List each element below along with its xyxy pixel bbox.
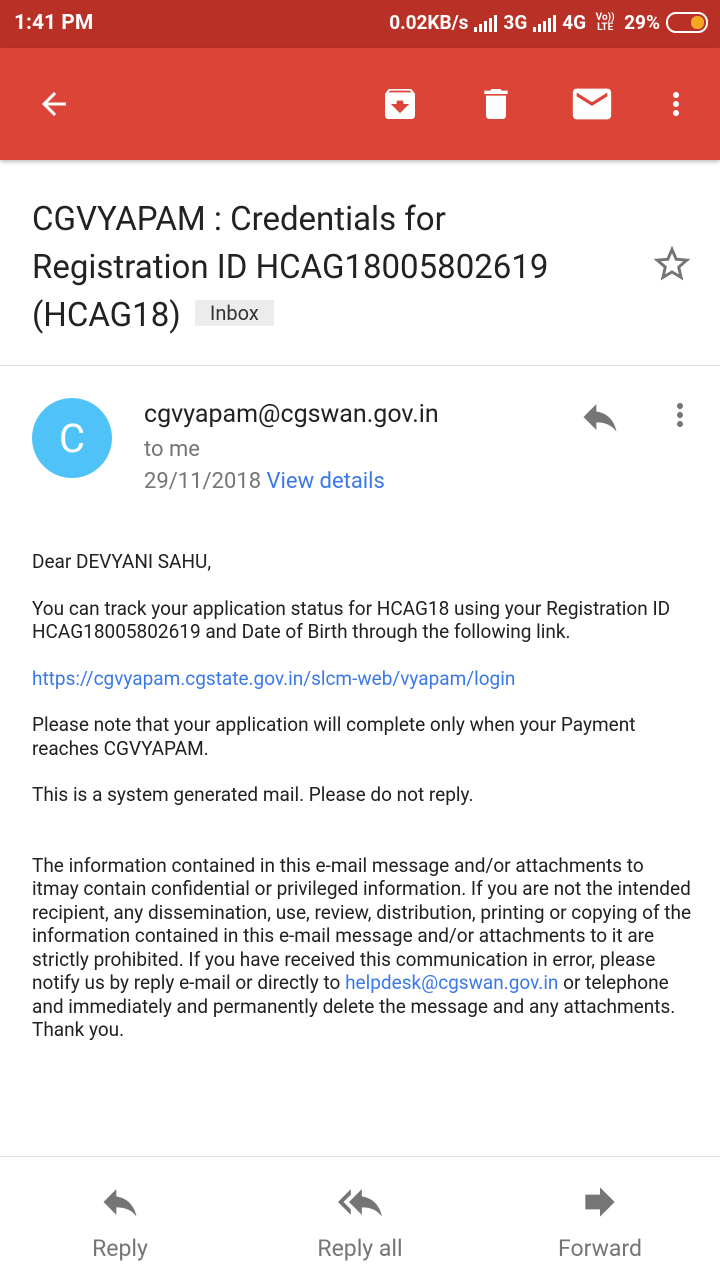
- reply-all-label: Reply all: [317, 1235, 403, 1262]
- subject-area: CGVYAPAM : Credentials for Registration …: [0, 160, 720, 366]
- reply-label: Reply: [92, 1235, 148, 1262]
- status-time: 1:41 PM: [14, 11, 94, 35]
- email-subject: CGVYAPAM : Credentials for Registration …: [32, 196, 612, 340]
- signal-icon: [474, 14, 498, 32]
- recipient-label[interactable]: to me: [144, 437, 200, 462]
- body-paragraph: Please note that your application will c…: [32, 713, 636, 760]
- reply-all-button[interactable]: Reply all: [270, 1183, 450, 1262]
- reply-all-icon: [335, 1180, 385, 1228]
- message-more-icon[interactable]: [662, 396, 698, 438]
- inbox-label-badge[interactable]: Inbox: [194, 300, 274, 326]
- signal-icon: [533, 14, 557, 32]
- more-vert-icon[interactable]: [656, 80, 696, 128]
- network-speed: 0.02KB/s: [389, 11, 469, 34]
- body-paragraph: You can track your application status fo…: [32, 596, 671, 644]
- forward-icon: [578, 1180, 622, 1228]
- volte-icon: Vo)) LTE: [595, 11, 615, 33]
- reply-icon[interactable]: [578, 395, 622, 443]
- reply-icon: [98, 1180, 142, 1228]
- back-arrow-icon[interactable]: [30, 80, 78, 128]
- subject-text: CGVYAPAM : Credentials for Registration …: [32, 200, 549, 335]
- status-bar: 1:41 PM 0.02KB/s 3G 4G Vo)) LTE 29%: [0, 0, 720, 48]
- network-type-1: 3G: [503, 11, 528, 34]
- disclaimer: The information contained in this e-mail…: [32, 854, 692, 1042]
- mark-unread-icon[interactable]: [566, 78, 618, 130]
- helpdesk-email-link[interactable]: helpdesk@cgswan.gov.in: [345, 971, 558, 994]
- reply-button[interactable]: Reply: [30, 1183, 210, 1262]
- email-body: Dear DEVYANI SAHU, You can track your ap…: [32, 550, 692, 1065]
- email-date: 29/11/2018: [144, 469, 262, 494]
- login-link[interactable]: https://cgvyapam.cgstate.gov.in/slcm-web…: [32, 667, 515, 690]
- star-icon[interactable]: [650, 242, 694, 290]
- battery-percent: 29%: [624, 11, 660, 34]
- view-details-link[interactable]: View details: [267, 469, 385, 494]
- sender-avatar[interactable]: C: [32, 398, 112, 478]
- sender-address: cgvyapam@cgswan.gov.in: [144, 400, 439, 429]
- greeting: Dear DEVYANI SAHU,: [32, 550, 212, 573]
- date-line: 29/11/2018 View details: [144, 469, 385, 494]
- network-type-2: 4G: [562, 11, 587, 34]
- status-indicators: 0.02KB/s 3G 4G Vo)) LTE 29%: [389, 11, 708, 34]
- battery-icon: [666, 12, 708, 33]
- archive-icon[interactable]: [376, 80, 424, 128]
- forward-label: Forward: [558, 1235, 642, 1262]
- body-paragraph: This is a system generated mail. Please …: [32, 783, 474, 806]
- forward-button[interactable]: Forward: [510, 1183, 690, 1262]
- bottom-action-bar: Reply Reply all Forward: [0, 1156, 720, 1280]
- app-bar: [0, 48, 720, 160]
- delete-icon[interactable]: [472, 80, 520, 128]
